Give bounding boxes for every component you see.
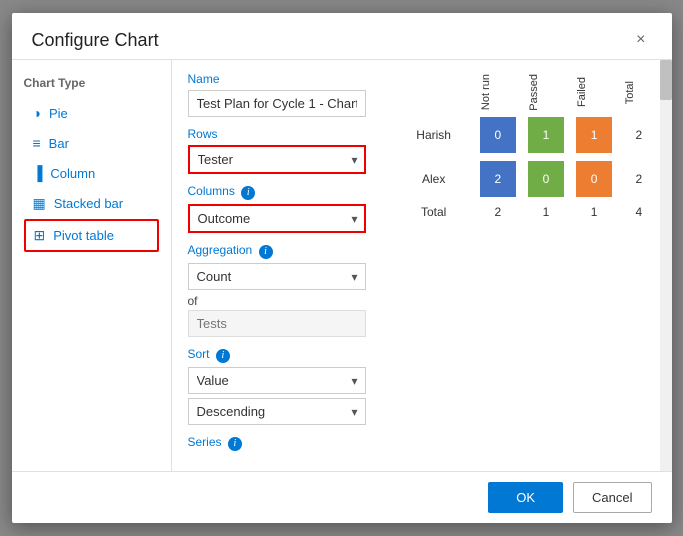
sort-dir-select[interactable]: Descending	[188, 398, 366, 425]
dialog-body: Chart Type ◑ Pie ≡ Bar ▐ Column ▦ Stacke…	[12, 60, 672, 471]
bar-harish-notrun: 0	[480, 117, 516, 153]
chart-type-stacked-bar[interactable]: ▦ Stacked bar	[24, 188, 159, 219]
bar-cell-harish-passed: 1	[522, 113, 570, 157]
sort-value-select[interactable]: Value	[188, 367, 366, 394]
chart-preview-panel: Not run Passed Failed Total	[382, 60, 672, 471]
columns-info-icon[interactable]: i	[241, 186, 255, 200]
column-icon: ▐	[33, 165, 43, 181]
bar-alex-notrun: 2	[480, 161, 516, 197]
col-header-total: Total	[618, 72, 659, 113]
scrollbar-thumb[interactable]	[660, 60, 672, 100]
series-label: Series i	[188, 435, 366, 451]
series-info-icon[interactable]: i	[228, 437, 242, 451]
bar-cell-alex-passed: 0	[522, 157, 570, 201]
totals-notrun: 2	[474, 201, 522, 223]
table-row: Harish 0 1 1 2	[394, 113, 660, 157]
sort-dir-select-wrapper: Descending	[188, 398, 366, 425]
totals-grand: 4	[618, 201, 659, 223]
bar-cell-alex-failed: 0	[570, 157, 618, 201]
columns-select-wrapper: Outcome	[188, 204, 366, 233]
bar-cell-harish-notrun: 0	[474, 113, 522, 157]
row-label-alex: Alex	[394, 157, 474, 201]
sort-label: Sort i	[188, 347, 366, 363]
pivot-table-label: Pivot table	[53, 228, 114, 243]
aggregation-select[interactable]: Count	[188, 263, 366, 290]
empty-header	[394, 72, 474, 113]
chart-type-bar[interactable]: ≡ Bar	[24, 128, 159, 158]
name-label: Name	[188, 72, 366, 86]
name-input[interactable]	[188, 90, 366, 117]
configure-chart-dialog: Configure Chart × Chart Type ◑ Pie ≡ Bar…	[12, 13, 672, 523]
rows-select[interactable]: Tester	[188, 145, 366, 174]
totals-passed: 1	[522, 201, 570, 223]
totals-failed: 1	[570, 201, 618, 223]
pivot-table: Not run Passed Failed Total	[394, 72, 660, 223]
of-input	[188, 310, 366, 337]
total-harish: 2	[618, 113, 659, 157]
rows-label: Rows	[188, 127, 366, 141]
dialog-header: Configure Chart ×	[12, 13, 672, 60]
chart-type-panel: Chart Type ◑ Pie ≡ Bar ▐ Column ▦ Stacke…	[12, 60, 172, 471]
col-header-failed: Failed	[570, 72, 618, 113]
bar-label: Bar	[49, 136, 69, 151]
totals-row: Total 2 1 1 4	[394, 201, 660, 223]
sort-info-icon[interactable]: i	[216, 349, 230, 363]
stacked-bar-label: Stacked bar	[54, 196, 123, 211]
rows-select-wrapper: Tester	[188, 145, 366, 174]
table-row: Alex 2 0 0 2	[394, 157, 660, 201]
totals-label: Total	[394, 201, 474, 223]
aggregation-select-wrapper: Count	[188, 263, 366, 290]
bar-alex-passed: 0	[528, 161, 564, 197]
pie-icon: ◑	[33, 105, 41, 121]
of-label: of	[188, 294, 366, 308]
column-label: Column	[50, 166, 95, 181]
bar-cell-harish-failed: 1	[570, 113, 618, 157]
aggregation-info-icon[interactable]: i	[259, 245, 273, 259]
col-header-passed: Passed	[522, 72, 570, 113]
pie-label: Pie	[49, 106, 68, 121]
settings-panel: Name Rows Tester Columns i Outcome Aggre…	[172, 60, 382, 471]
bar-harish-failed: 1	[576, 117, 612, 153]
close-button[interactable]: ×	[630, 29, 651, 51]
row-label-harish: Harish	[394, 113, 474, 157]
pivot-table-icon: ⊞	[34, 227, 46, 244]
bar-alex-failed: 0	[576, 161, 612, 197]
scrollbar-track[interactable]	[660, 60, 672, 471]
cancel-button[interactable]: Cancel	[573, 482, 651, 513]
chart-type-pivot-table[interactable]: ⊞ Pivot table	[24, 219, 159, 252]
bar-cell-alex-notrun: 2	[474, 157, 522, 201]
ok-button[interactable]: OK	[488, 482, 563, 513]
bar-harish-passed: 1	[528, 117, 564, 153]
chart-type-column[interactable]: ▐ Column	[24, 158, 159, 188]
chart-type-pie[interactable]: ◑ Pie	[24, 98, 159, 128]
aggregation-label: Aggregation i	[188, 243, 366, 259]
columns-label: Columns i	[188, 184, 366, 200]
total-alex: 2	[618, 157, 659, 201]
stacked-bar-icon: ▦	[33, 195, 46, 212]
chart-type-label: Chart Type	[24, 76, 159, 90]
col-header-notrun: Not run	[474, 72, 522, 113]
bar-icon: ≡	[33, 135, 41, 151]
sort-value-select-wrapper: Value	[188, 367, 366, 394]
dialog-footer: OK Cancel	[12, 471, 672, 523]
dialog-title: Configure Chart	[32, 30, 159, 51]
columns-select[interactable]: Outcome	[188, 204, 366, 233]
